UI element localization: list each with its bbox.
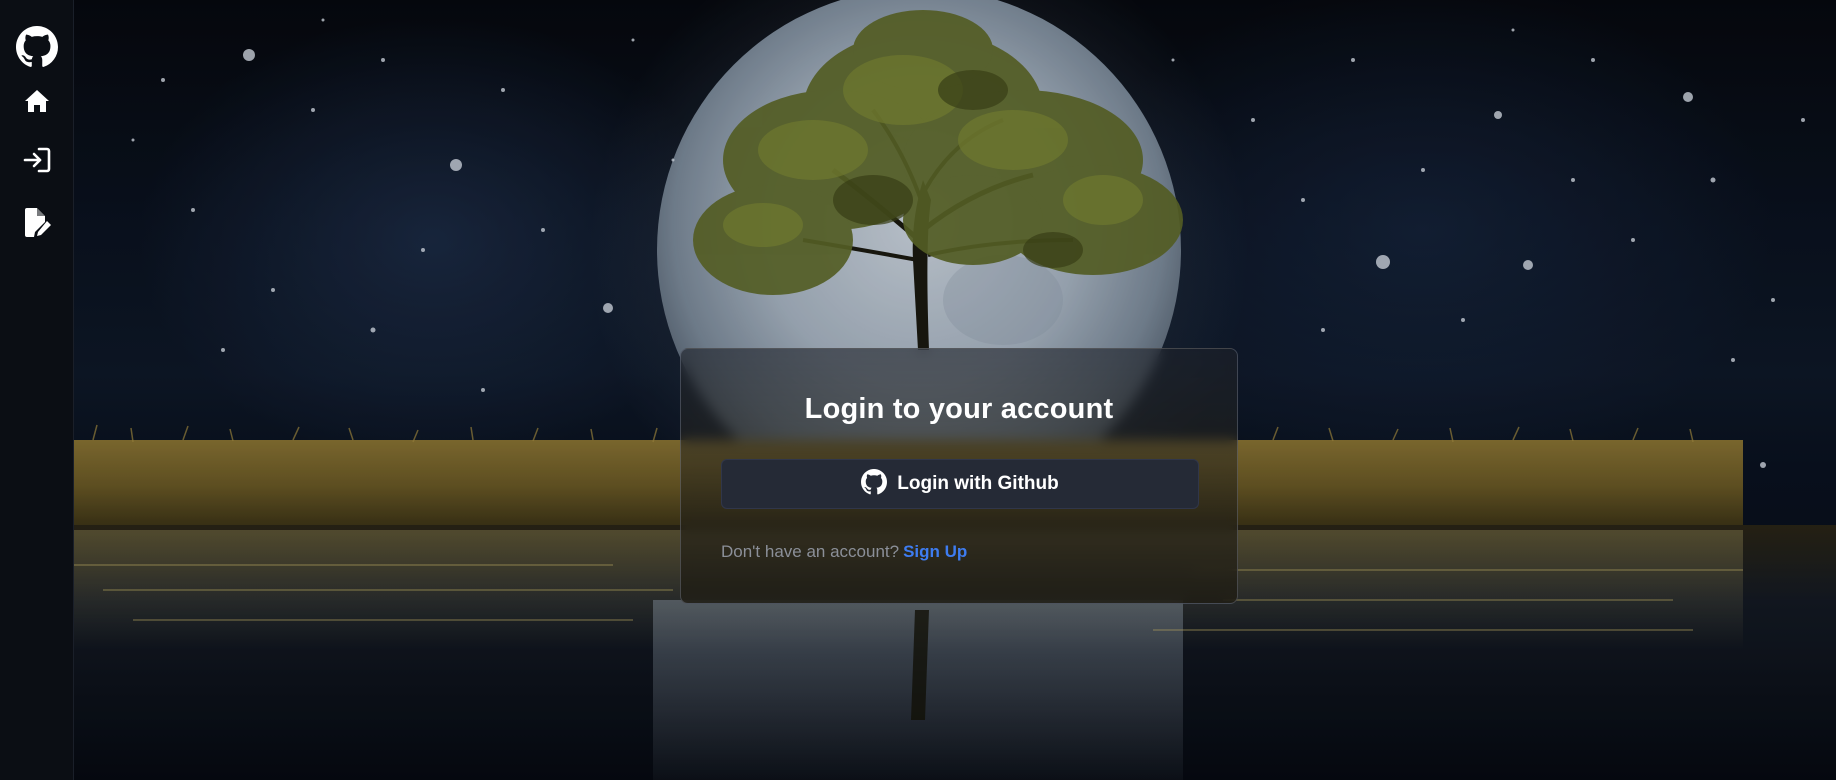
github-logo-icon[interactable]: [15, 26, 58, 68]
signup-prompt: Don't have an account?: [721, 542, 900, 561]
github-icon: [861, 468, 888, 500]
sidebar: [0, 0, 74, 780]
login-with-github-button[interactable]: Login with Github: [721, 459, 1199, 509]
login-with-github-label: Login with Github: [897, 473, 1059, 494]
login-card: Login to your account Login with Github …: [680, 348, 1238, 604]
login-icon[interactable]: [23, 147, 51, 173]
signup-row: Don't have an account? Sign Up: [721, 542, 967, 562]
app-root: Login to your account Login with Github …: [0, 0, 1836, 780]
signup-document-edit-icon[interactable]: [23, 208, 51, 238]
signup-link[interactable]: Sign Up: [903, 542, 967, 561]
home-icon[interactable]: [24, 89, 50, 113]
login-title: Login to your account: [804, 393, 1114, 425]
